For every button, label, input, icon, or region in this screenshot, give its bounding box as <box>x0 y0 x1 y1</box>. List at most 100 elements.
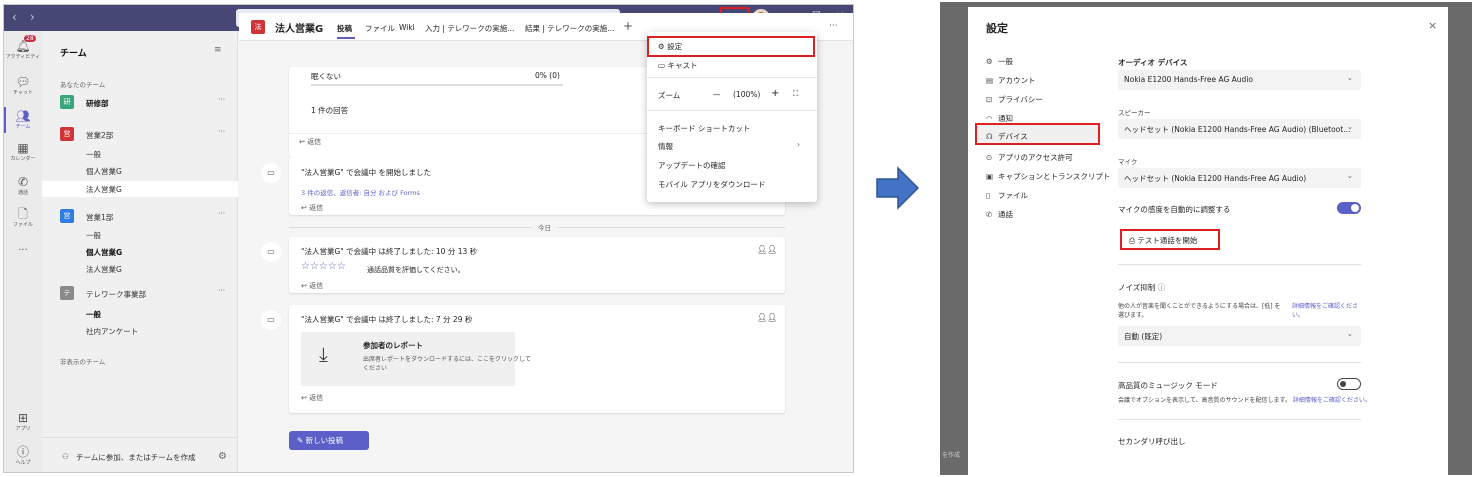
rail-calendar[interactable]: ▦ カレンダー <box>4 141 42 162</box>
noise-desc: 他の人が音楽を聞くことができるようにする場合は、[低] を <box>1118 303 1281 310</box>
noise-learn-more-link[interactable]: い。 <box>1292 310 1304 319</box>
chevron-down-icon: ⌄ <box>1346 122 1353 131</box>
settings-nav-app-permissions[interactable]: ⊙ アプリのアクセス許可 <box>986 152 1073 163</box>
settings-gear-icon[interactable]: ⚙ <box>218 451 227 462</box>
chevron-down-icon: ⌄ <box>1346 73 1353 82</box>
settings-nav-devices[interactable]: ☊ デバイス <box>986 131 1028 142</box>
zoom-out-button[interactable]: — <box>713 90 721 99</box>
noise-learn-more-link[interactable]: 詳細情報をご確認くださ <box>1292 301 1358 310</box>
reply-label: 返信 <box>309 204 324 212</box>
test-call-icon: ⎙ <box>1129 236 1135 245</box>
info-icon[interactable]: ⓘ <box>1158 283 1166 292</box>
settings-nav-captions[interactable]: ▣ キャプションとトランスクリプト <box>986 171 1110 182</box>
rail-files[interactable]: 🗋︎ ファイル <box>4 207 42 228</box>
test-call-button[interactable]: ⎙ テスト通話を開始 <box>1120 229 1220 250</box>
add-tab-icon[interactable]: + <box>623 19 633 33</box>
reply-link[interactable]: ↩ 返信 <box>301 393 323 403</box>
speaker-select[interactable]: ヘッドセット (Nokia E1200 Hands-Free AG Audio)… <box>1118 119 1361 139</box>
poll-option: 眠くない <box>311 72 341 81</box>
channel-item[interactable]: 一般 <box>86 309 101 320</box>
rail-teams[interactable]: 👥︎ チーム <box>4 107 42 133</box>
reply-link[interactable]: ↩ 返信 <box>299 137 321 147</box>
tab-posts[interactable]: 投稿 <box>337 23 352 34</box>
divider <box>647 77 817 78</box>
divider <box>42 437 238 438</box>
gear-icon: ⚙ <box>986 57 993 66</box>
settings-title: 設定 <box>986 22 1008 35</box>
team-more-icon[interactable]: ··· <box>218 127 225 136</box>
rail-apps[interactable]: ⊞ アプリ <box>4 411 42 432</box>
tab-input[interactable]: 入力 | テレワークの実施... <box>425 23 514 34</box>
channel-item[interactable]: 社内アンケート <box>86 326 138 337</box>
tab-files[interactable]: ファイル <box>365 23 395 34</box>
channel-avatar: 法 <box>251 20 265 34</box>
channel-item[interactable]: 法人営業G <box>86 264 122 275</box>
filter-icon[interactable]: ≡ <box>214 45 222 55</box>
team-name[interactable]: テレワーク事業部 <box>86 289 146 300</box>
reply-link[interactable]: ↩ 返信 <box>301 203 323 213</box>
rail-more[interactable]: ··· <box>4 245 42 256</box>
channel-item-selected[interactable]: 法人営業G <box>86 184 122 195</box>
participant-avatars: 👤︎👤︎ <box>757 245 778 254</box>
mic-label: マイク <box>1118 158 1138 166</box>
rail-help[interactable]: ⓘ ヘルプ <box>4 445 42 466</box>
channel-item[interactable]: 一般 <box>86 149 101 160</box>
zoom-in-button[interactable]: + <box>771 88 779 99</box>
divider <box>1118 419 1361 420</box>
tab-wiki[interactable]: Wiki <box>399 23 415 32</box>
settings-nav-calls[interactable]: ✆ 通話 <box>986 209 1013 220</box>
rail-chat[interactable]: 💬︎ チャット <box>4 75 42 96</box>
nav-label: 通知 <box>998 114 1013 123</box>
tab-results[interactable]: 結果 | テレワークの実施... <box>525 23 614 34</box>
menu-item-updates[interactable]: アップデートの確認 <box>658 160 726 171</box>
rail-activity[interactable]: 🔔︎ 28 アクティビティ <box>4 35 42 60</box>
menu-item-cast[interactable]: ▭ キャスト <box>658 60 697 71</box>
team-name[interactable]: 営業1部 <box>86 212 113 223</box>
menu-label: 設定 <box>667 42 683 51</box>
music-mode-toggle[interactable] <box>1337 378 1361 390</box>
team-more-icon[interactable]: ··· <box>218 209 225 218</box>
team-more-icon[interactable]: ··· <box>218 95 225 104</box>
chevron-down-icon: ⌄ <box>1346 329 1353 338</box>
music-learn-more-link[interactable]: 詳細情報をご確認ください。 <box>1293 397 1371 404</box>
reply-link[interactable]: ↩ 返信 <box>301 281 323 291</box>
channel-more-icon[interactable]: ··· <box>829 21 838 31</box>
rating-stars[interactable]: ☆☆☆☆☆ <box>301 261 346 272</box>
auto-mic-label: マイクの感度を自動的に調整する <box>1118 205 1231 214</box>
menu-item-info[interactable]: 情報 <box>658 141 673 152</box>
nav-label: 一般 <box>998 57 1013 66</box>
channel-item[interactable]: 個人営業G <box>86 247 122 258</box>
hidden-teams-label[interactable]: 非表示のチーム <box>60 356 105 366</box>
noise-select[interactable]: 自動 (既定) ⌄ <box>1118 326 1361 346</box>
meeting-replies[interactable]: 3 件の返信、返信者: 自分 および Forms <box>301 187 420 197</box>
nav-label: 通話 <box>998 210 1013 219</box>
menu-item-shortcuts[interactable]: キーボード ショートカット <box>658 123 750 134</box>
noise-label-text: ノイズ抑制 <box>1118 283 1156 292</box>
close-dialog-button[interactable]: × <box>1428 19 1437 32</box>
menu-item-mobile[interactable]: モバイル アプリをダウンロード <box>658 179 765 190</box>
forward-arrow-icon[interactable]: › <box>30 10 35 24</box>
settings-nav-files[interactable]: ▯ ファイル <box>986 190 1028 201</box>
reply-label: 返信 <box>307 138 322 146</box>
account-icon: ▤ <box>986 76 994 85</box>
attendance-report-card[interactable]: ⤓ 参加者のレポート 出席者レポートをダウンロードするには、ここをクリックして … <box>301 332 531 386</box>
settings-nav-general[interactable]: ⚙ 一般 <box>986 56 1013 67</box>
settings-nav-privacy[interactable]: ⊡ プライバシー <box>986 94 1043 105</box>
zoom-reset-icon[interactable]: ⛶ <box>793 89 798 99</box>
audio-device-select[interactable]: Nokia E1200 Hands-Free AG Audio ⌄ <box>1118 70 1361 90</box>
channel-item[interactable]: 一般 <box>86 230 101 241</box>
mic-select[interactable]: ヘッドセット (Nokia E1200 Hands-Free AG Audio)… <box>1118 168 1361 188</box>
channel-item[interactable]: 個人営業G <box>86 166 122 177</box>
auto-mic-toggle[interactable] <box>1337 202 1361 214</box>
rail-calls[interactable]: ✆ 通話 <box>4 175 42 196</box>
team-name[interactable]: 営業2部 <box>86 130 113 141</box>
join-team-link[interactable]: チームに参加、またはチームを作成 <box>76 452 196 463</box>
apps-icon: ⊞ <box>17 411 29 425</box>
menu-item-settings[interactable]: ⚙ 設定 <box>658 41 682 52</box>
team-name[interactable]: 研修部 <box>86 98 109 109</box>
nav-label: アカウント <box>998 76 1036 85</box>
new-post-button[interactable]: ✎ 新しい投稿 <box>289 431 369 450</box>
back-arrow-icon[interactable]: ‹ <box>12 10 17 24</box>
team-more-icon[interactable]: ··· <box>218 286 225 295</box>
settings-nav-account[interactable]: ▤ アカウント <box>986 75 1036 86</box>
